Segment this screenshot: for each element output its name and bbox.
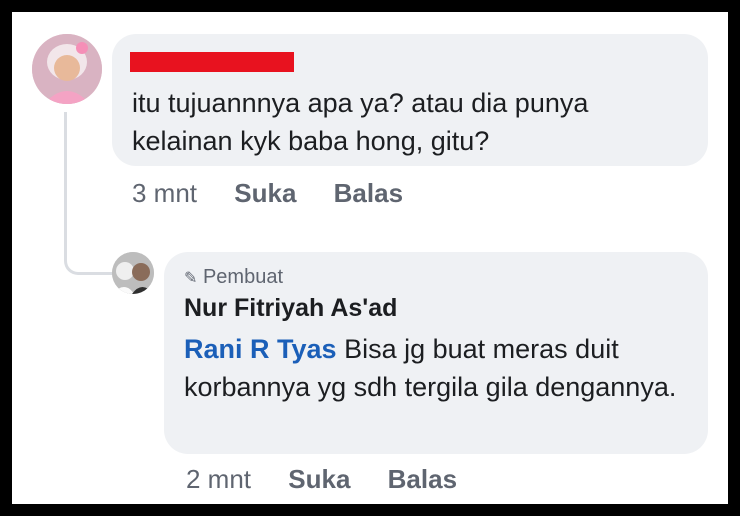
- like-button[interactable]: Suka: [288, 464, 350, 494]
- comment-text: itu tujuannnya apa ya? atau dia punya ke…: [132, 88, 589, 156]
- commenter-avatar[interactable]: [32, 34, 102, 104]
- thread-connector: [64, 112, 113, 275]
- reply-button[interactable]: Balas: [388, 464, 457, 494]
- reply-meta: 2 mnt Suka Balas: [186, 464, 457, 495]
- person-avatar-icon: [112, 252, 154, 294]
- comment-timestamp[interactable]: 3 mnt: [132, 178, 197, 208]
- author-avatar[interactable]: [112, 252, 154, 294]
- reply-timestamp[interactable]: 2 mnt: [186, 464, 251, 494]
- comment-thread: itu tujuannnya apa ya? atau dia punya ke…: [12, 12, 728, 504]
- mention-link[interactable]: Rani R Tyas: [184, 334, 337, 364]
- reply-button[interactable]: Balas: [334, 178, 403, 208]
- person-avatar-icon: [32, 34, 102, 104]
- author-badge-label: Pembuat: [202, 266, 284, 288]
- comment-bubble: itu tujuannnya apa ya? atau dia punya ke…: [112, 34, 708, 166]
- comment-meta: 3 mnt Suka Balas: [132, 178, 403, 209]
- like-button[interactable]: Suka: [234, 178, 296, 208]
- pencil-icon: ✎: [184, 270, 198, 287]
- author-name[interactable]: Nur Fitriyah As'ad: [184, 294, 397, 323]
- redacted-author-name: [130, 52, 294, 72]
- reply-bubble: ✎ Pembuat Nur Fitriyah As'ad Rani R Tyas…: [164, 252, 708, 454]
- reply-text: Rani R Tyas Bisa jg buat meras duit korb…: [184, 330, 684, 406]
- author-badge: ✎ Pembuat: [184, 266, 283, 289]
